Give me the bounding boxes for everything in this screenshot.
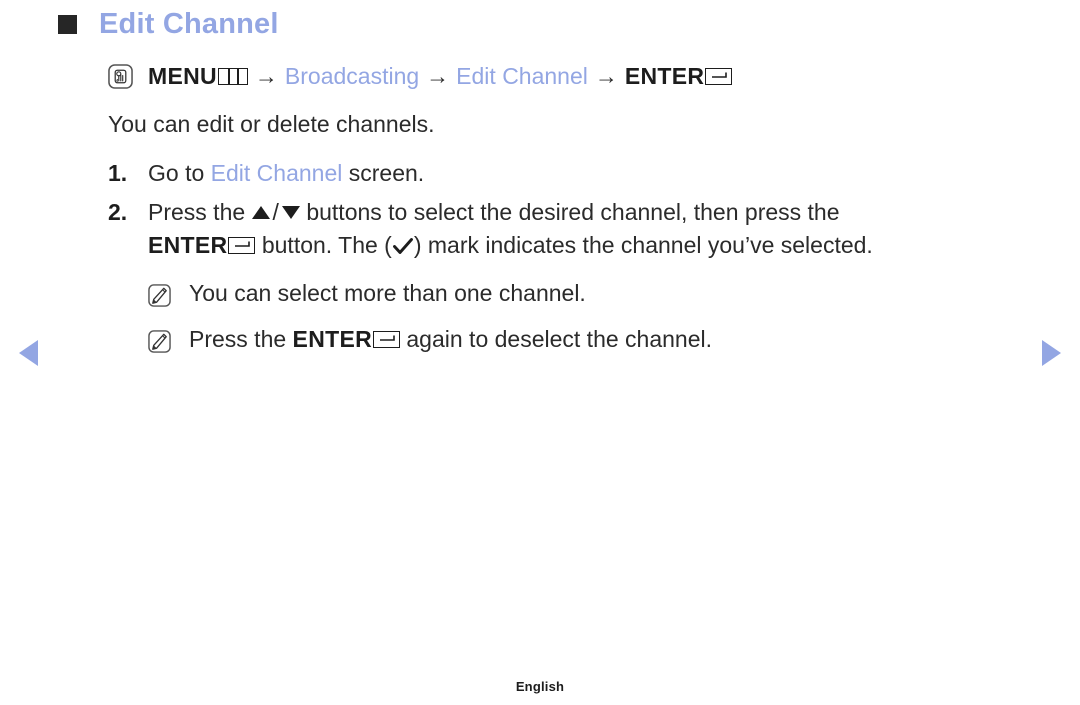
footer-language-label: English: [515, 679, 565, 694]
step-2-line-1: Press the / buttons to select the desire…: [148, 196, 873, 229]
step-1-highlight[interactable]: Edit Channel: [211, 160, 343, 186]
step-2-text-c: button. The (: [255, 232, 392, 259]
step-2-slash: /: [272, 198, 279, 225]
step-number: 1.: [108, 159, 128, 186]
step-2-enter-label: ENTER: [148, 232, 228, 259]
step-2-line-2: ENTER button. The ( ) mark indicates the …: [148, 229, 873, 262]
note-2-suffix: again to deselect the channel.: [400, 325, 713, 352]
menu-three-column-icon: [217, 67, 248, 85]
previous-page-arrow-icon[interactable]: [19, 340, 38, 366]
step-2-text-d: ) mark indicates the channel you’ve sele…: [413, 232, 873, 259]
note-item-2: Press the ENTER again to deselect the ch…: [148, 325, 1008, 355]
step-2-text-b: buttons to select the desired channel, t…: [299, 198, 840, 225]
note-pencil-icon: [148, 283, 171, 307]
step-item-2: 2. Press the / buttons to select the des…: [108, 196, 1008, 263]
step-1-prefix: Go to: [148, 159, 211, 186]
note-text: You can select more than one channel.: [189, 279, 586, 306]
path-item-broadcasting[interactable]: Broadcasting: [285, 63, 419, 89]
step-body: Press the / buttons to select the desire…: [148, 196, 873, 263]
filled-square-bullet-icon: [58, 15, 77, 34]
enter-return-arrow-icon: [228, 237, 256, 255]
enter-return-arrow-icon: [373, 330, 400, 348]
note-pencil-icon: [148, 329, 171, 353]
menu-label: MENU: [148, 62, 217, 89]
triangle-up-icon: [251, 205, 270, 219]
step-body: Go to Edit Channel screen.: [148, 157, 424, 190]
path-arrow-1: →: [254, 62, 278, 89]
note-2-prefix: Press the: [189, 325, 293, 352]
intro-paragraph: You can edit or delete channels.: [108, 111, 435, 137]
steps-list: 1. Go to Edit Channel screen. 2. Press t…: [108, 157, 1008, 263]
step-1-line: Go to Edit Channel screen.: [148, 160, 424, 186]
step-number: 2.: [108, 198, 128, 225]
path-arrow-3: →: [594, 62, 618, 89]
page-title: Edit Channel: [99, 8, 279, 40]
step-item-1: 1. Go to Edit Channel screen.: [108, 157, 1008, 190]
note-2-enter-label: ENTER: [292, 325, 372, 352]
note-text: Press the ENTER again to deselect the ch…: [189, 325, 712, 355]
page-heading: Edit Channel: [58, 10, 279, 39]
enter-label: ENTER: [624, 62, 705, 89]
notes-list: You can select more than one channel. Pr…: [148, 279, 1008, 355]
next-page-arrow-icon[interactable]: [1042, 340, 1061, 366]
enter-return-arrow-icon: [705, 67, 733, 85]
hand-press-button-icon: [108, 63, 133, 89]
triangle-down-icon: [281, 205, 300, 219]
step-2-text-a: Press the: [148, 198, 252, 225]
step-1-suffix: screen.: [342, 159, 425, 186]
menu-path-breadcrumb: MENU → Broadcasting → Edit Channel → ENTER: [108, 58, 1008, 94]
content-column: MENU → Broadcasting → Edit Channel → ENTER You…: [108, 58, 1008, 370]
menu-path-text: MENU → Broadcasting → Edit Channel → ENTER: [148, 62, 733, 89]
path-arrow-2: →: [426, 62, 450, 89]
checkmark-icon: [392, 238, 413, 255]
path-item-edit-channel[interactable]: Edit Channel: [456, 63, 588, 89]
note-item-1: You can select more than one channel.: [148, 279, 1008, 309]
